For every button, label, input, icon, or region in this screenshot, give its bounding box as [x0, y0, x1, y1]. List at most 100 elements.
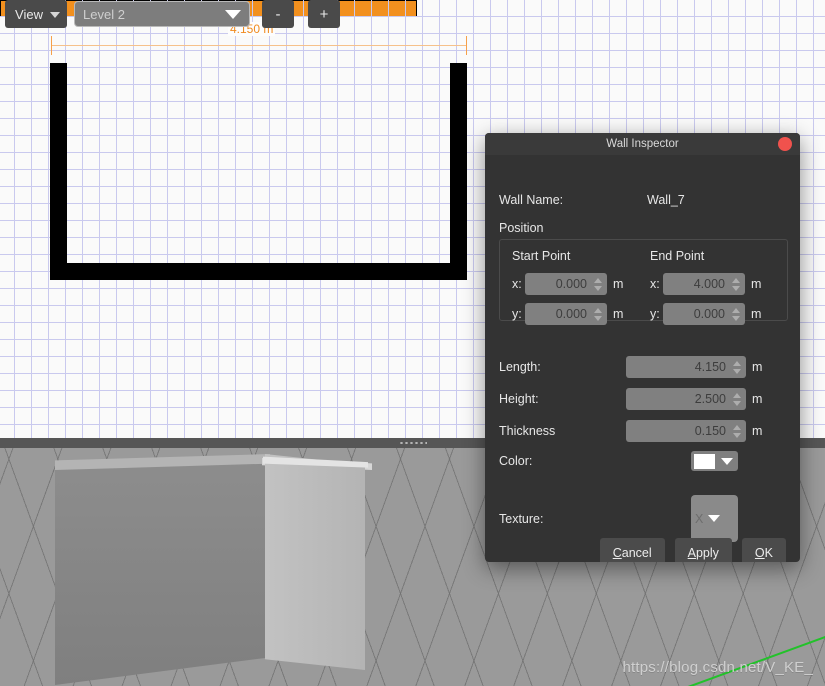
end-y-value: 0.000 — [693, 307, 725, 321]
apply-button[interactable]: Apply — [674, 538, 732, 562]
stepper-up-icon[interactable] — [593, 307, 602, 313]
stepper-down-icon[interactable] — [593, 315, 602, 321]
view-menu-label: View — [15, 6, 43, 22]
texture-select[interactable]: X — [691, 495, 738, 542]
wall-left[interactable] — [50, 63, 67, 280]
stepper-up-icon[interactable] — [731, 307, 740, 313]
length-value: 4.150 — [694, 360, 726, 374]
dimension-line — [51, 45, 467, 46]
chevron-down-icon — [225, 9, 241, 19]
end-x-stepper[interactable] — [729, 273, 742, 295]
thickness-row: Thickness 0.150 m — [499, 420, 786, 442]
wall-name-value: Wall_7 — [647, 193, 685, 207]
end-x-unit: m — [751, 277, 762, 291]
stepper-down-icon[interactable] — [731, 285, 740, 291]
start-y-value: 0.000 — [555, 307, 587, 321]
cancel-label-rest: ancel — [621, 546, 652, 560]
application-window: 4.150 m View Level 2 - + https://blog.cs… — [0, 0, 825, 686]
start-x-unit: m — [613, 277, 624, 291]
color-select[interactable] — [691, 451, 738, 471]
height-row: Height: 2.500 m — [499, 388, 786, 410]
zoom-in-button[interactable]: + — [308, 0, 340, 28]
start-y-stepper[interactable] — [591, 303, 604, 325]
end-point-heading: End Point — [650, 249, 705, 263]
start-y-input[interactable]: 0.000 — [525, 303, 607, 325]
wall-handle-start[interactable] — [54, 67, 63, 76]
thickness-value: 0.150 — [694, 424, 726, 438]
start-y-unit: m — [613, 307, 624, 321]
start-x-value: 0.000 — [555, 277, 587, 291]
apply-mnemonic: A — [687, 546, 696, 560]
start-x-stepper[interactable] — [591, 273, 604, 295]
stepper-up-icon[interactable] — [732, 424, 741, 430]
end-y-stepper[interactable] — [729, 303, 742, 325]
wall-bottom[interactable] — [50, 263, 467, 280]
wall-handle-end[interactable] — [454, 67, 463, 76]
start-y-row: y: 0.000 m — [512, 303, 623, 325]
dialog-titlebar[interactable]: Wall Inspector — [485, 133, 800, 155]
apply-label-rest: pply — [695, 546, 719, 560]
stepper-down-icon[interactable] — [732, 432, 741, 438]
start-x-input[interactable]: 0.000 — [525, 273, 607, 295]
stepper-up-icon[interactable] — [732, 392, 741, 398]
height-value: 2.500 — [694, 392, 726, 406]
height-input[interactable]: 2.500 — [626, 388, 746, 410]
view-menu-button[interactable]: View — [5, 0, 67, 28]
length-unit: m — [752, 360, 763, 374]
texture-row: Texture: X — [499, 495, 786, 542]
wall-3d-left[interactable] — [55, 458, 267, 685]
height-stepper[interactable] — [730, 388, 743, 410]
cancel-button[interactable]: Cancel — [599, 538, 665, 562]
end-x-value: 4.000 — [693, 277, 725, 291]
plus-icon: + — [319, 5, 329, 23]
stepper-up-icon[interactable] — [732, 360, 741, 366]
cancel-mnemonic: C — [612, 546, 622, 560]
position-heading: Position — [499, 221, 544, 235]
texture-label: Texture: — [499, 511, 544, 526]
stepper-down-icon[interactable] — [731, 315, 740, 321]
length-input[interactable]: 4.150 — [626, 356, 746, 378]
level-select[interactable]: Level 2 — [74, 1, 250, 27]
stepper-down-icon[interactable] — [732, 400, 741, 406]
color-swatch — [694, 453, 715, 469]
ok-button[interactable]: OK — [741, 538, 786, 562]
zoom-out-button[interactable]: - — [262, 0, 294, 28]
chevron-down-icon — [721, 457, 733, 465]
stepper-down-icon[interactable] — [732, 368, 741, 374]
wall-3d-right[interactable] — [265, 454, 365, 670]
end-x-row: x: 4.000 m — [650, 273, 761, 295]
color-label: Color: — [499, 454, 533, 468]
height-unit: m — [752, 392, 763, 406]
stepper-up-icon[interactable] — [731, 277, 740, 283]
level-select-value: Level 2 — [83, 6, 125, 22]
thickness-input[interactable]: 0.150 — [626, 420, 746, 442]
wall-right[interactable] — [450, 63, 467, 280]
dimension-tick-left — [51, 36, 52, 55]
wall-inspector-dialog: Wall Inspector Wall Name: Wall_7 Positio… — [485, 133, 800, 562]
minus-icon: - — [275, 5, 281, 23]
thickness-label: Thickness — [499, 424, 556, 438]
color-row: Color: — [499, 451, 786, 471]
length-stepper[interactable] — [730, 356, 743, 378]
texture-select-value: X — [695, 511, 704, 526]
stepper-down-icon[interactable] — [593, 285, 602, 291]
end-y-unit: m — [751, 307, 762, 321]
dimension-tick-right — [466, 36, 467, 55]
watermark: https://blog.csdn.net/V_KE_ — [622, 659, 813, 676]
start-x-row: x: 0.000 m — [512, 273, 623, 295]
position-group: Start Point End Point x: 0.000 m y: 0.00… — [499, 239, 788, 325]
end-y-row: y: 0.000 m — [650, 303, 761, 325]
start-y-axis-label: y: — [512, 307, 522, 321]
splitter-grip-icon — [398, 442, 427, 444]
end-y-input[interactable]: 0.000 — [663, 303, 745, 325]
thickness-unit: m — [752, 424, 763, 438]
chevron-down-icon — [708, 515, 721, 522]
start-point-heading: Start Point — [512, 249, 571, 263]
stepper-up-icon[interactable] — [593, 277, 602, 283]
start-x-axis-label: x: — [512, 277, 522, 291]
end-y-axis-label: y: — [650, 307, 660, 321]
ok-label-rest: K — [764, 546, 773, 560]
end-x-input[interactable]: 4.000 — [663, 273, 745, 295]
close-icon[interactable] — [778, 137, 792, 151]
thickness-stepper[interactable] — [730, 420, 743, 442]
